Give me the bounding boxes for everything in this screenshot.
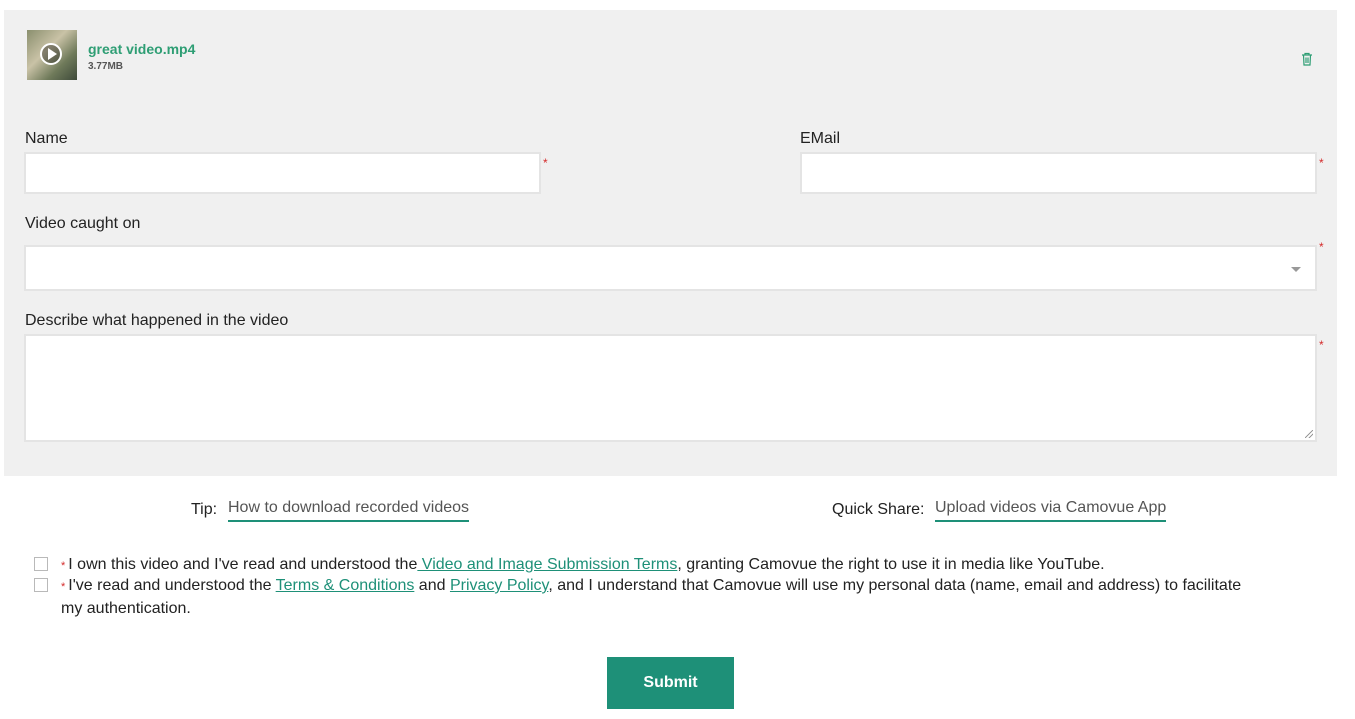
submission-terms-text: * I own this video and I've read and unde…: [61, 554, 1105, 577]
privacy-checkbox[interactable]: [34, 578, 48, 592]
upload-form-panel: great video.mp4 3.77MB Name * EMail * Vi…: [4, 10, 1337, 476]
submission-terms-consent: * I own this video and I've read and unde…: [34, 554, 1334, 575]
file-size: 3.77MB: [88, 61, 124, 72]
submission-terms-checkbox[interactable]: [34, 557, 48, 571]
video-thumbnail[interactable]: [27, 30, 77, 80]
submission-terms-link[interactable]: Video and Image Submission Terms: [417, 556, 678, 573]
name-label: Name: [25, 130, 68, 147]
file-name: great video.mp4: [88, 41, 196, 57]
privacy-consent-text: * I've read and understood the Terms & Co…: [61, 575, 1261, 619]
consent-text-suffix: , granting Camovue the right to use it i…: [677, 556, 1105, 573]
uploaded-file-row: great video.mp4 3.77MB: [27, 30, 1337, 80]
tip-label: Tip:: [191, 501, 218, 518]
submit-button[interactable]: Submit: [607, 657, 734, 709]
how-to-download-link[interactable]: How to download recorded videos: [228, 499, 470, 522]
privacy-policy-link[interactable]: Privacy Policy: [450, 577, 548, 594]
email-label: EMail: [800, 130, 841, 147]
name-required-mark: *: [543, 156, 548, 170]
email-required-mark: *: [1319, 156, 1324, 170]
quick-share-label: Quick Share:: [832, 501, 925, 518]
required-mark: *: [61, 581, 66, 593]
caught-on-select[interactable]: [24, 245, 1317, 291]
resize-handle-icon[interactable]: [1305, 430, 1313, 438]
required-mark: *: [61, 560, 66, 572]
trash-icon[interactable]: [1299, 51, 1315, 67]
play-icon[interactable]: [40, 43, 62, 65]
chevron-down-icon[interactable]: [1291, 267, 1301, 272]
caught-on-label: Video caught on: [25, 215, 141, 232]
name-input[interactable]: [24, 152, 541, 194]
describe-required-mark: *: [1319, 338, 1324, 352]
consent-and: and: [414, 577, 450, 594]
caught-on-required-mark: *: [1319, 240, 1324, 254]
consent-text: I own this video and I've read and under…: [68, 556, 418, 573]
describe-textarea[interactable]: [24, 334, 1317, 442]
describe-label: Describe what happened in the video: [25, 312, 289, 329]
upload-via-app-link[interactable]: Upload videos via Camovue App: [935, 499, 1167, 522]
terms-conditions-link[interactable]: Terms & Conditions: [276, 577, 415, 594]
consent-text: I've read and understood the: [68, 577, 276, 594]
email-input[interactable]: [800, 152, 1317, 194]
privacy-consent: * I've read and understood the Terms & Co…: [34, 575, 1334, 617]
